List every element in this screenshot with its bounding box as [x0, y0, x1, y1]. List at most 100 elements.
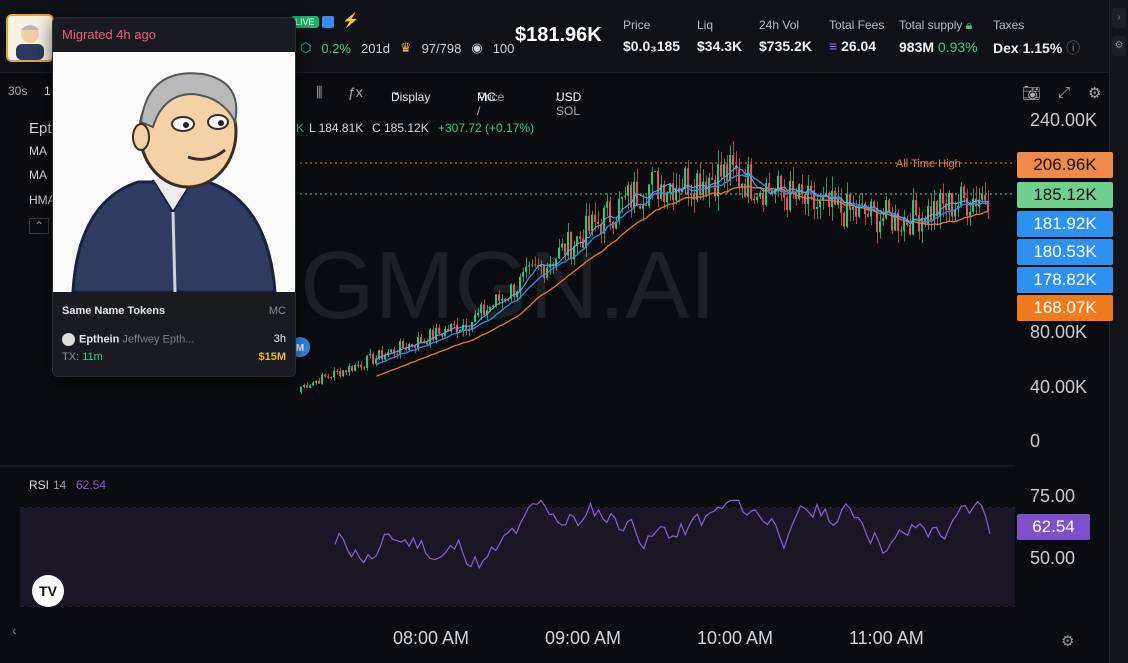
candle-body [528, 265, 531, 267]
candle-body [543, 265, 546, 279]
price-tag-ma4: 168.07K [1017, 295, 1113, 321]
candle-body [639, 205, 642, 209]
candle-body [933, 201, 936, 221]
candle-body [753, 198, 756, 201]
candle-body [522, 271, 525, 277]
token-image [53, 52, 295, 294]
candle-body [366, 355, 369, 368]
candle-body [699, 173, 702, 196]
candle-body [480, 304, 483, 314]
candle-body [711, 177, 714, 180]
candle-body [789, 180, 792, 211]
legend-collapse-button[interactable]: ⌃ [29, 218, 50, 234]
candle-body [867, 214, 870, 217]
token-avatar-icon [62, 333, 75, 346]
price-tag-ma1: 181.92K [1017, 211, 1113, 237]
candle-body [315, 380, 318, 383]
candle-body [744, 183, 747, 197]
candle-body [777, 175, 780, 190]
y-tick-40k: 40.00K [1030, 377, 1088, 397]
candle-body [348, 366, 351, 373]
candle-body [354, 364, 357, 371]
candle-body [345, 370, 348, 373]
candle-body [336, 370, 339, 372]
candle-body [726, 164, 729, 181]
candle-body [900, 230, 903, 232]
candle-body [312, 382, 315, 386]
popup-title: Migrated 4h ago [62, 27, 156, 42]
candle-body [807, 185, 810, 204]
candle-body [939, 193, 942, 217]
candle-body [363, 367, 366, 369]
candle-body [948, 192, 951, 211]
candle-body [972, 198, 975, 212]
candle-body [483, 304, 486, 315]
candle-body [627, 185, 630, 196]
y-tick-0: 0 [1030, 431, 1041, 451]
candle-body [756, 196, 759, 201]
ohlc-change: +307.72 (+0.17%) [438, 121, 535, 135]
rsi-band [20, 508, 1015, 606]
indicator-ma-2[interactable]: MA [29, 168, 47, 182]
candle-body [498, 294, 501, 301]
ohlc-open-k: K [296, 121, 305, 135]
candle-body [648, 184, 651, 206]
candle-body [846, 194, 849, 227]
candle-body [741, 183, 744, 187]
candle-body [300, 386, 303, 393]
candle-body [579, 236, 582, 239]
candle-body [654, 171, 657, 173]
candle-body [477, 313, 480, 315]
candle-body [750, 164, 753, 199]
candle-body [804, 194, 807, 204]
candle-body [963, 186, 966, 199]
rsi-tick-75: 75.00 [1030, 486, 1076, 506]
candle-body [855, 206, 858, 217]
candle-body [597, 222, 600, 224]
candle-body [720, 164, 723, 177]
candle-body [729, 155, 732, 181]
candle-body [333, 370, 336, 378]
candle-body [372, 353, 375, 364]
candle-body [390, 349, 393, 353]
candle-body [399, 341, 402, 355]
candle-body [792, 180, 795, 192]
same-name-token-row[interactable]: Epthein Jeffwey Epth... [62, 333, 194, 346]
candle-body [453, 323, 456, 325]
candle-body [609, 201, 612, 222]
candle-body [321, 374, 324, 384]
rsi-value-label: 62.54 [76, 478, 107, 492]
candle-body [879, 221, 882, 233]
candle-body [816, 206, 819, 209]
candle-body [969, 211, 972, 216]
candle-body [564, 243, 567, 256]
scroll-left-icon[interactable]: ‹ [12, 622, 17, 638]
candle-body [852, 206, 855, 210]
settings-side-button[interactable]: ⚙ [1112, 36, 1126, 56]
candle-body [570, 231, 573, 260]
candle-body [429, 329, 432, 345]
candle-body [822, 197, 825, 200]
candle-body [651, 172, 654, 185]
tradingview-logo[interactable]: TV [32, 575, 64, 607]
candle-body [495, 294, 498, 306]
price-tag-ma3: 178.82K [1017, 267, 1113, 293]
candle-body [690, 193, 693, 196]
candle-body [843, 212, 846, 227]
x-tick-1000: 10:00 AM [697, 628, 774, 648]
candle-body [438, 327, 441, 334]
candle-body [849, 194, 852, 210]
candle-body [882, 218, 885, 222]
marker-label: M [296, 343, 304, 354]
collapse-right-button[interactable]: › [1112, 8, 1126, 28]
indicator-ma-1[interactable]: MA [29, 144, 47, 158]
candle-body [960, 186, 963, 206]
rsi-tick-50: 50.00 [1030, 548, 1076, 568]
candle-body [975, 198, 978, 207]
candle-body [921, 217, 924, 232]
y-tick-80k: 80.00K [1030, 322, 1088, 342]
axis-settings-icon[interactable]: ⚙ [1061, 632, 1074, 650]
candle-body [732, 155, 735, 166]
x-tick-0900: 09:00 AM [545, 628, 622, 648]
candle-body [324, 374, 327, 377]
